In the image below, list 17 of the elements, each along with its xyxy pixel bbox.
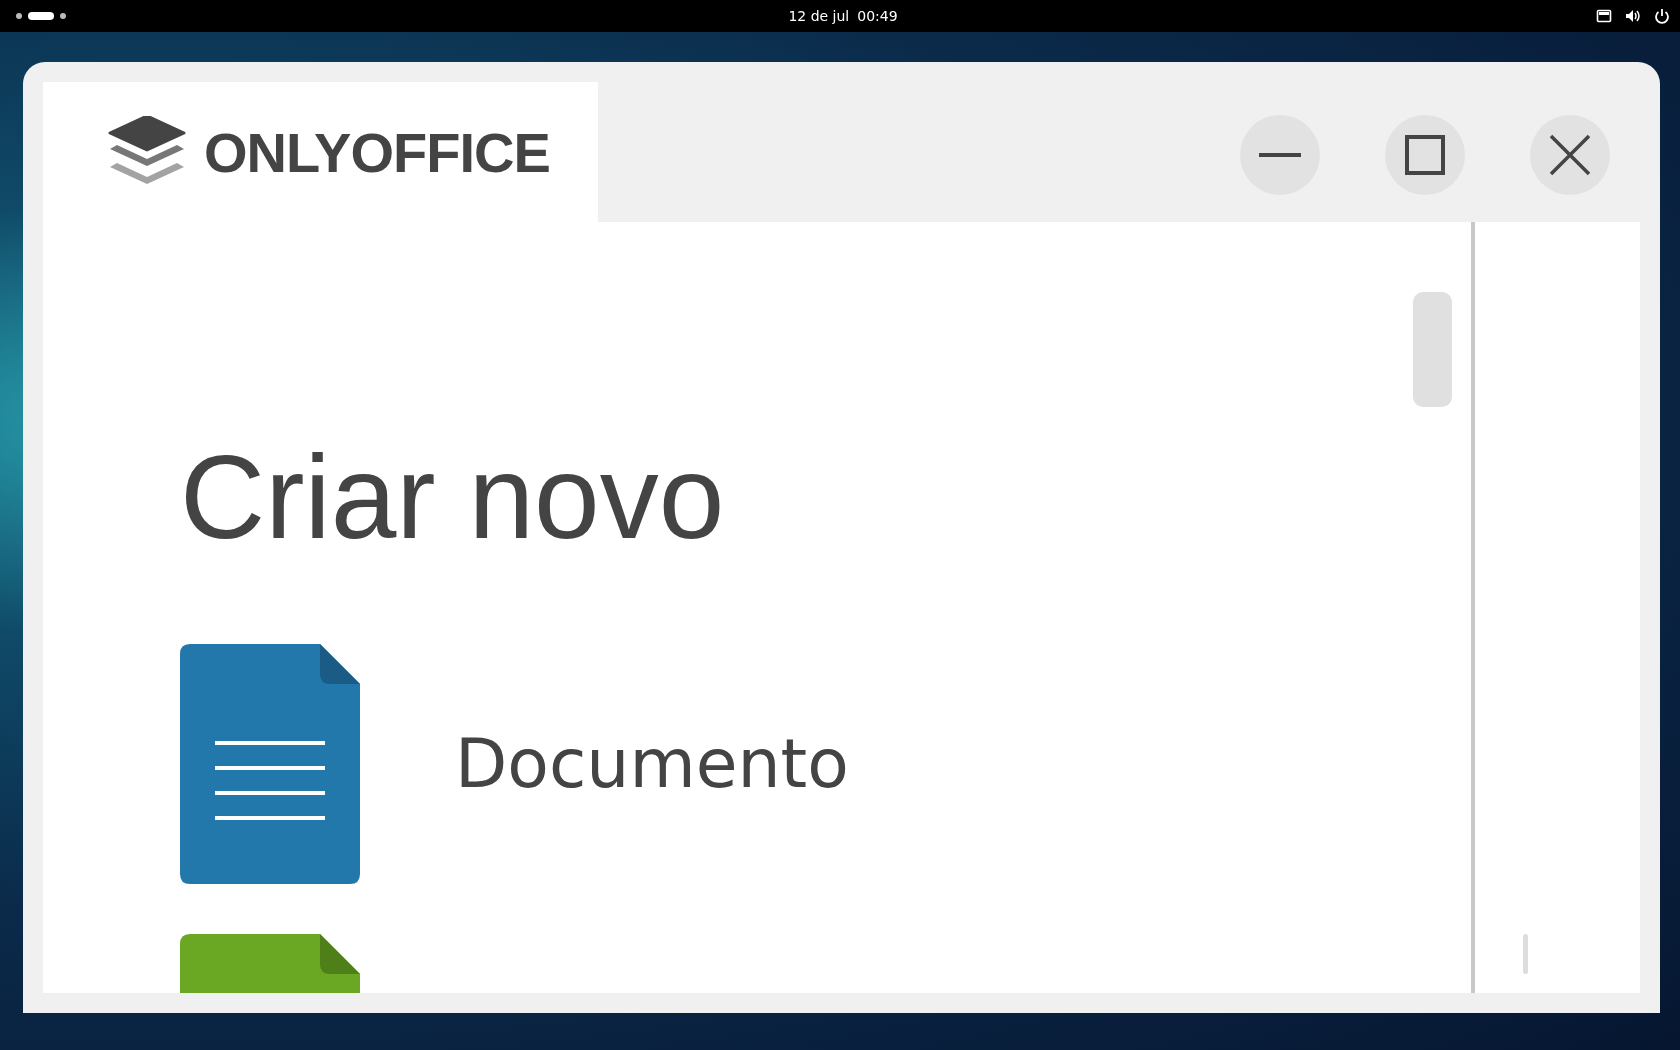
network-icon[interactable] bbox=[1596, 8, 1612, 24]
workspace-dot-icon[interactable] bbox=[16, 13, 22, 19]
workspace-dot-icon[interactable] bbox=[60, 13, 66, 19]
active-workspace-icon[interactable] bbox=[28, 12, 54, 20]
scrollbar-thumb[interactable] bbox=[1413, 292, 1452, 407]
document-file-icon[interactable] bbox=[180, 643, 360, 884]
section-title: Criar novo bbox=[180, 430, 726, 565]
date-text[interactable]: 12 de jul bbox=[788, 8, 850, 24]
create-item-label[interactable]: Documento bbox=[455, 724, 849, 804]
app-name: ONLYOFFICE bbox=[204, 119, 550, 185]
maximize-icon bbox=[1405, 134, 1445, 175]
scrollbar-thumb[interactable] bbox=[1523, 934, 1528, 974]
power-icon[interactable] bbox=[1654, 8, 1670, 24]
minimize-icon bbox=[1259, 152, 1301, 157]
close-icon bbox=[1549, 133, 1591, 176]
time-text[interactable]: 00:49 bbox=[857, 8, 898, 24]
volume-icon[interactable] bbox=[1625, 8, 1641, 24]
